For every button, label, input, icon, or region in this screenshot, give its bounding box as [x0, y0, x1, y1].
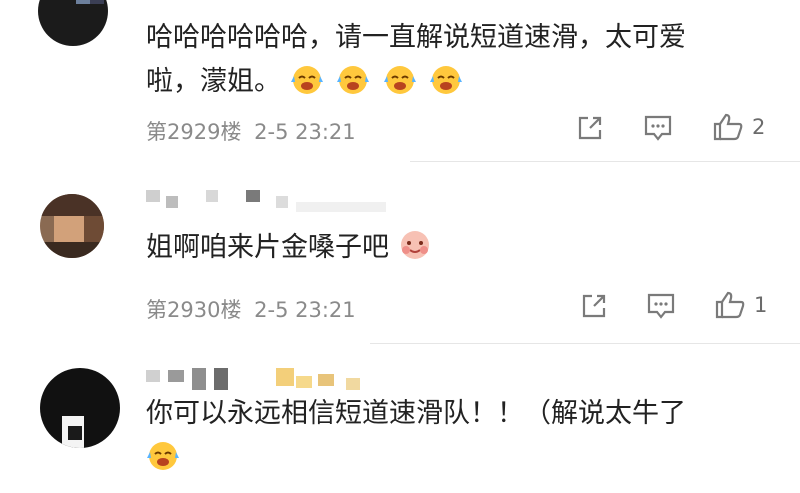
- comment-next: 你可以永远相信短道速滑队！！（解说太牛了: [0, 344, 800, 493]
- like-button[interactable]: 2: [712, 112, 765, 142]
- username[interactable]: [146, 190, 386, 212]
- share-icon: [578, 116, 602, 140]
- comment-icon: [647, 293, 675, 319]
- avatar[interactable]: [40, 368, 120, 448]
- username[interactable]: [146, 368, 386, 390]
- avatar[interactable]: [40, 194, 104, 258]
- hug-emoji: [398, 231, 436, 263]
- share-icon: [582, 294, 606, 318]
- comment-2929: 哈哈哈哈哈哈，请一直解说短道速滑，太可爱 啦，濛姐。 第2929楼 2-5 23…: [0, 0, 800, 160]
- reply-button[interactable]: [646, 292, 676, 320]
- timestamp: 2-5 23:21: [254, 298, 356, 322]
- laugh-cry-emoji: [146, 442, 184, 473]
- like-count: 2: [752, 115, 766, 139]
- comment-text: 哈哈哈哈哈哈，请一直解说短道速滑，太可爱 啦，濛姐。: [146, 22, 686, 97]
- floor-number: 第2929楼: [146, 120, 242, 144]
- comment-meta: 第2929楼 2-5 23:21: [146, 116, 356, 146]
- share-button[interactable]: [580, 292, 608, 320]
- avatar[interactable]: [38, 0, 108, 46]
- thumbs-up-icon: [715, 291, 745, 319]
- floor-number: 第2930楼: [146, 298, 242, 322]
- timestamp: 2-5 23:21: [254, 120, 356, 144]
- comment-text: 姐啊咱来片金嗓子吧: [146, 226, 786, 270]
- share-button[interactable]: [576, 114, 604, 142]
- reply-button[interactable]: [643, 114, 673, 142]
- comment-2930: 姐啊咱来片金嗓子吧 第2930楼 2-5 23:21 1: [0, 162, 800, 342]
- laugh-cry-emoji: [290, 66, 468, 97]
- comment-meta: 第2930楼 2-5 23:21: [146, 294, 356, 324]
- thumbs-up-icon: [713, 113, 743, 141]
- like-count: 1: [754, 293, 768, 317]
- comment-icon: [644, 115, 672, 141]
- comment-text: 你可以永远相信短道速滑队！！（解说太牛了: [146, 392, 786, 480]
- like-button[interactable]: 1: [714, 290, 767, 320]
